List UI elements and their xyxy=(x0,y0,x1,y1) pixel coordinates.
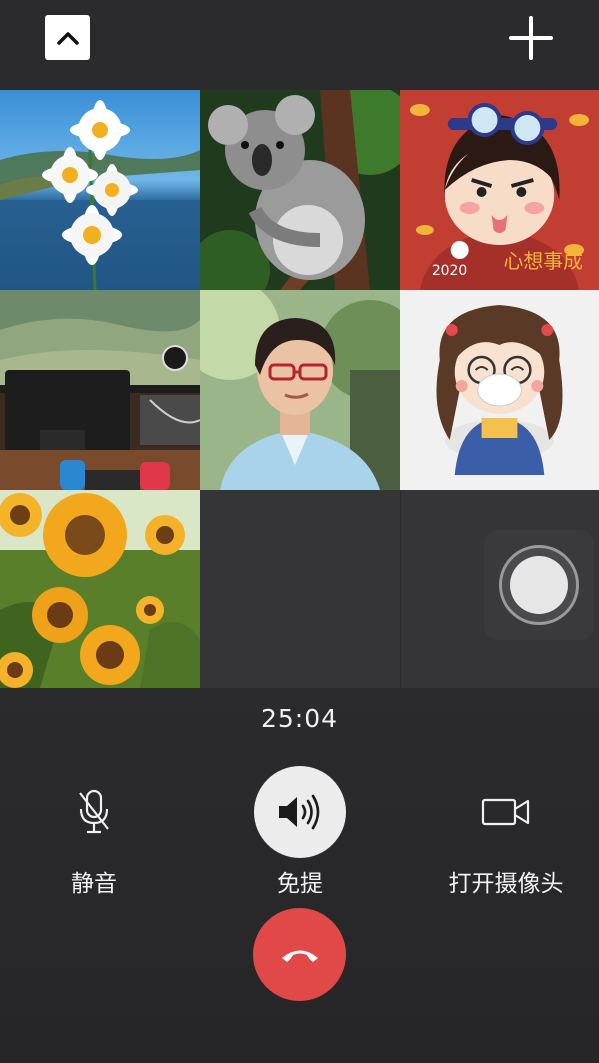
hang-up-button[interactable] xyxy=(253,908,346,1001)
video-camera-icon xyxy=(481,798,530,826)
cartoon-slogan-text: 心想事成 xyxy=(503,249,583,273)
participant-tile-person[interactable] xyxy=(200,290,400,490)
camera-button[interactable]: 打开摄像头 xyxy=(426,766,586,898)
top-bar xyxy=(0,0,599,90)
mute-button[interactable]: 静音 xyxy=(14,766,174,898)
sunflower-image xyxy=(0,490,200,688)
cartoon-girl-mask-image xyxy=(400,290,599,490)
participant-tile-sunflower[interactable] xyxy=(0,490,200,688)
speaker-label: 免提 xyxy=(277,871,323,897)
add-participant-button[interactable] xyxy=(508,15,554,61)
collapse-button[interactable] xyxy=(45,15,90,60)
game-screen-image xyxy=(0,290,200,490)
camera-label: 打开摄像头 xyxy=(448,871,564,897)
participant-tile-game-screen[interactable] xyxy=(0,290,200,490)
participant-tile-cartoon-mask[interactable] xyxy=(400,290,599,490)
person-selfie-image xyxy=(200,290,400,490)
chevron-up-icon xyxy=(56,31,79,45)
plus-icon xyxy=(509,16,553,60)
floating-assistive-button[interactable] xyxy=(484,530,594,640)
participant-tile-daisy[interactable] xyxy=(0,90,200,290)
mute-label: 静音 xyxy=(71,871,117,897)
participant-tile-cartoon-girl[interactable]: 2020 心想事成 xyxy=(400,90,599,290)
speaker-icon xyxy=(279,794,320,830)
empty-slot xyxy=(200,490,400,688)
speaker-button[interactable]: 免提 xyxy=(220,766,380,898)
cartoon-caption-text: 2020 xyxy=(432,263,467,279)
daisy-image xyxy=(0,90,200,290)
hang-up-phone-icon xyxy=(281,950,318,962)
floating-button-core xyxy=(510,556,568,614)
koala-image xyxy=(200,90,400,290)
call-controls: 25:04 静音 免提 打开摄像头 xyxy=(0,688,599,1063)
microphone-muted-icon xyxy=(79,789,109,834)
speaker-circle xyxy=(254,766,346,858)
cartoon-girl-image: 2020 心想事成 xyxy=(400,90,599,290)
call-timer: 25:04 xyxy=(260,704,339,733)
floating-button-ring xyxy=(499,545,579,625)
participant-tile-koala[interactable] xyxy=(200,90,400,290)
